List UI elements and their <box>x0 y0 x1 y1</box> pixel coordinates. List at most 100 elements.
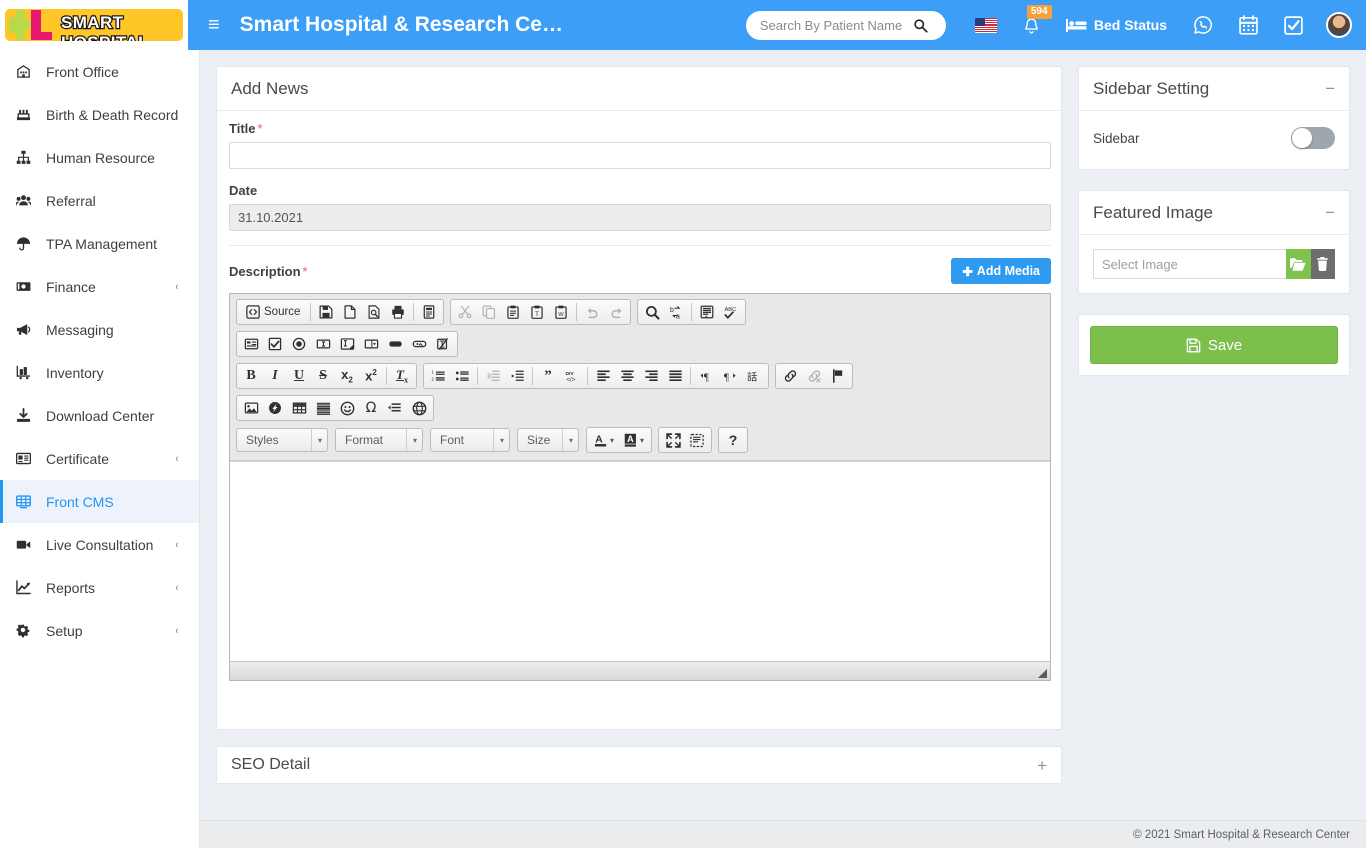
find-button[interactable] <box>641 301 663 323</box>
superscript-button[interactable]: x2 <box>360 365 382 387</box>
anchor-button[interactable] <box>827 365 849 387</box>
checkbox-button[interactable] <box>264 333 286 355</box>
sidebar-item-certificate[interactable]: Certificate‹ <box>0 437 199 480</box>
show-blocks-button[interactable] <box>686 429 708 451</box>
minus-icon[interactable]: − <box>1325 80 1335 97</box>
outdent-button[interactable] <box>482 365 504 387</box>
select-image-input[interactable] <box>1093 249 1286 279</box>
smiley-button[interactable] <box>336 397 358 419</box>
save-button[interactable]: Save <box>1090 326 1338 364</box>
whatsapp-icon[interactable] <box>1193 15 1213 35</box>
sidebar-item-inventory[interactable]: Inventory <box>0 351 199 394</box>
page-break-button[interactable] <box>384 397 406 419</box>
search-input[interactable] <box>758 17 913 34</box>
size-combo[interactable]: Size▾ <box>517 428 579 452</box>
redo-button[interactable] <box>605 301 627 323</box>
ckeditor-content-area[interactable] <box>230 461 1050 661</box>
hamburger-menu-icon[interactable]: ≡ <box>208 15 220 35</box>
form-button[interactable] <box>240 333 262 355</box>
sidebar-item-tpa-management[interactable]: TPA Management <box>0 222 199 265</box>
font-combo[interactable]: Font▾ <box>430 428 510 452</box>
horizontal-rule-button[interactable] <box>312 397 334 419</box>
sidebar-item-front-cms[interactable]: Front CMS <box>0 480 199 523</box>
new-page-button[interactable] <box>339 301 361 323</box>
iframe-button[interactable] <box>408 397 430 419</box>
us-flag-icon[interactable] <box>975 18 997 33</box>
bed-status-button[interactable]: Bed Status <box>1066 17 1167 33</box>
chevron-left-icon[interactable]: ‹ <box>176 539 179 551</box>
select-all-button[interactable] <box>696 301 718 323</box>
app-logo[interactable]: SMART HOSPITAL <box>0 0 188 50</box>
underline-button[interactable]: U <box>288 365 310 387</box>
chevron-left-icon[interactable]: ‹ <box>176 625 179 637</box>
align-center-button[interactable] <box>616 365 638 387</box>
sidebar-toggle-switch[interactable] <box>1291 127 1335 149</box>
justify-button[interactable] <box>664 365 686 387</box>
about-button[interactable]: ? <box>722 429 744 451</box>
trash-icon[interactable] <box>1311 249 1336 279</box>
undo-button[interactable] <box>581 301 603 323</box>
patient-search-box[interactable] <box>746 11 946 40</box>
text-color-button[interactable]: A▾ <box>590 429 618 451</box>
sidebar-item-setup[interactable]: Setup‹ <box>0 609 199 652</box>
sidebar-item-download-center[interactable]: Download Center <box>0 394 199 437</box>
sidebar-item-referral[interactable]: Referral <box>0 179 199 222</box>
calendar-icon[interactable] <box>1239 15 1258 35</box>
plus-icon[interactable]: + <box>1037 757 1047 774</box>
indent-button[interactable] <box>506 365 528 387</box>
chevron-left-icon[interactable]: ‹ <box>176 281 179 293</box>
ltr-button[interactable]: ¶ <box>695 365 717 387</box>
div-container-button[interactable]: DIV</> <box>561 365 583 387</box>
language-button[interactable]: 話 <box>743 365 765 387</box>
rtl-button[interactable]: ¶ <box>719 365 741 387</box>
numbered-list-button[interactable]: 12 <box>427 365 449 387</box>
italic-button[interactable]: I <box>264 365 286 387</box>
add-media-button[interactable]: ✚ Add Media <box>951 258 1051 284</box>
special-char-button[interactable]: Ω <box>360 397 382 419</box>
align-left-button[interactable] <box>592 365 614 387</box>
search-icon[interactable] <box>913 18 928 33</box>
maximize-button[interactable] <box>662 429 684 451</box>
flash-button[interactable] <box>264 397 286 419</box>
image-button-button[interactable] <box>408 333 430 355</box>
paste-button[interactable] <box>502 301 524 323</box>
chevron-left-icon[interactable]: ‹ <box>176 453 179 465</box>
ckeditor-resize-handle[interactable] <box>1038 669 1047 678</box>
seo-detail-card[interactable]: SEO Detail + <box>216 746 1062 784</box>
checkbox-task-icon[interactable] <box>1284 16 1303 35</box>
cut-button[interactable] <box>454 301 476 323</box>
sidebar-item-birth-death-record[interactable]: Birth & Death Record‹ <box>0 93 199 136</box>
bulleted-list-button[interactable] <box>451 365 473 387</box>
copy-button[interactable] <box>478 301 500 323</box>
minus-icon[interactable]: − <box>1325 204 1335 221</box>
remove-format-button[interactable]: Tx <box>391 365 413 387</box>
chevron-left-icon[interactable]: ‹ <box>176 109 179 121</box>
format-combo[interactable]: Format▾ <box>335 428 423 452</box>
form-button-button[interactable] <box>384 333 406 355</box>
bold-button[interactable]: B <box>240 365 262 387</box>
chevron-left-icon[interactable]: ‹ <box>176 582 179 594</box>
templates-button[interactable] <box>418 301 440 323</box>
spellchecker-button[interactable]: ABC <box>720 301 742 323</box>
select-field-button[interactable] <box>360 333 382 355</box>
unlink-button[interactable] <box>803 365 825 387</box>
table-button[interactable] <box>288 397 310 419</box>
text-field-button[interactable] <box>312 333 334 355</box>
paste-word-button[interactable]: W <box>550 301 572 323</box>
styles-combo[interactable]: Styles▾ <box>236 428 328 452</box>
link-button[interactable] <box>779 365 801 387</box>
title-input[interactable] <box>229 142 1051 169</box>
print-button[interactable] <box>387 301 409 323</box>
sidebar-item-messaging[interactable]: Messaging <box>0 308 199 351</box>
hidden-field-button[interactable] <box>432 333 454 355</box>
blockquote-button[interactable]: ” <box>537 365 559 387</box>
sidebar-item-front-office[interactable]: Front Office <box>0 50 199 93</box>
notification-bell[interactable]: 594 <box>1023 16 1040 35</box>
bg-color-button[interactable]: A▾ <box>620 429 648 451</box>
radio-button[interactable] <box>288 333 310 355</box>
source-button[interactable]: Source <box>240 301 306 323</box>
align-right-button[interactable] <box>640 365 662 387</box>
replace-button[interactable]: ba <box>665 301 687 323</box>
textarea-button[interactable] <box>336 333 358 355</box>
preview-button[interactable] <box>363 301 385 323</box>
